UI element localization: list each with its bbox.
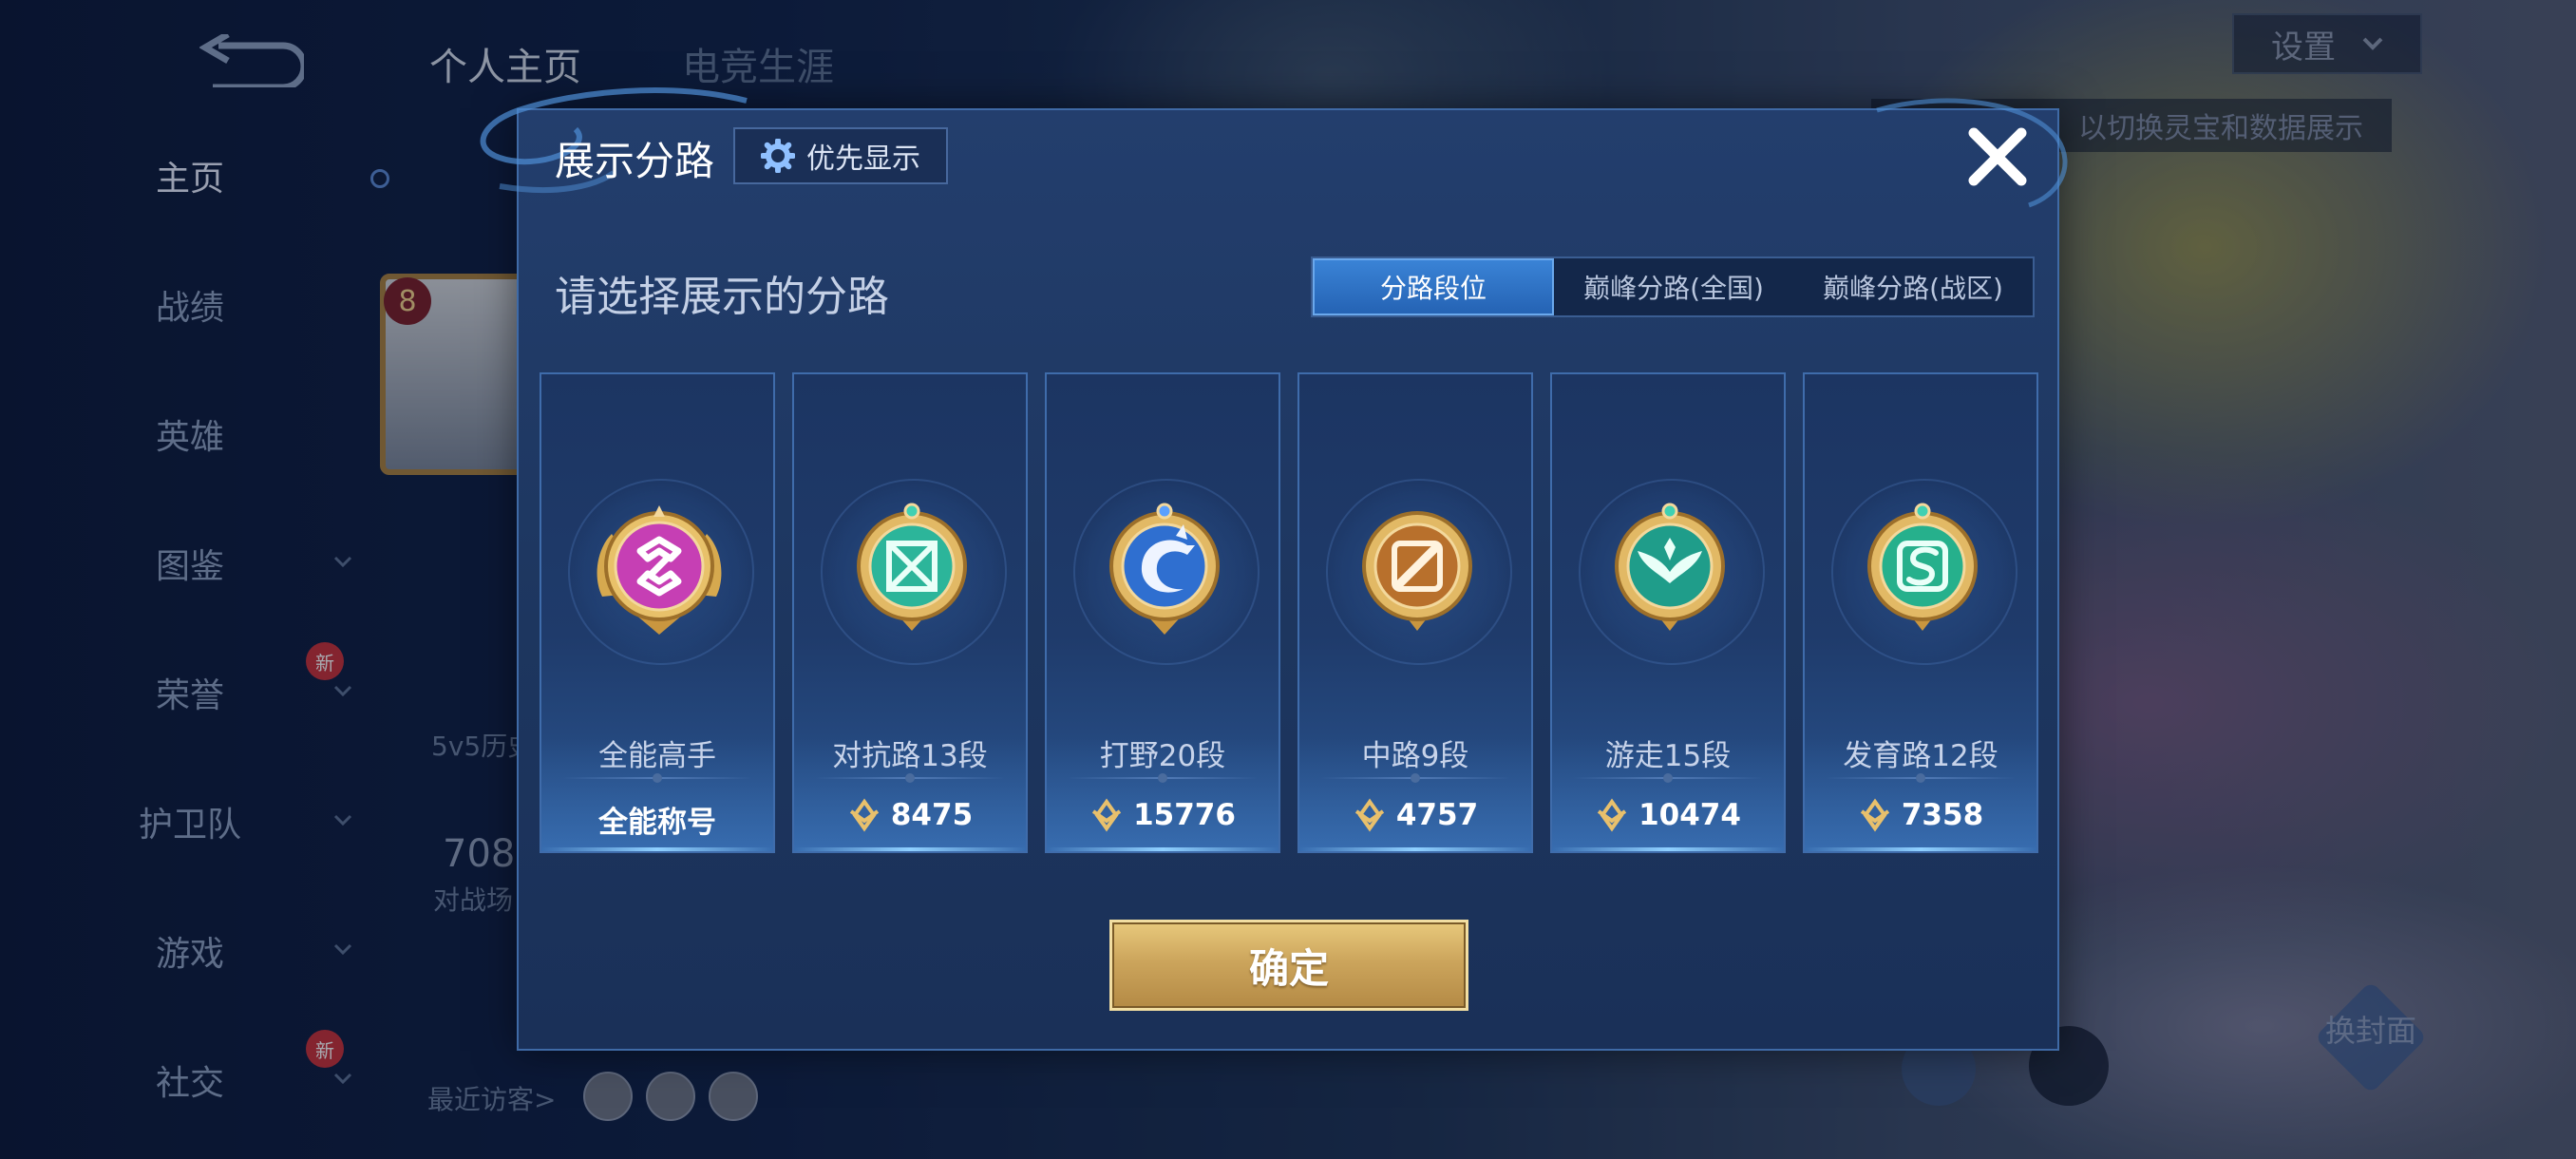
- tab-peak-lane-national[interactable]: 巅峰分路(全国): [1554, 258, 1793, 315]
- dialog-title: 展示分路: [555, 138, 715, 184]
- lane-points: 8475: [890, 798, 974, 832]
- lane-card-all-round[interactable]: 全能高手 全能称号: [540, 372, 775, 853]
- lane-points-icon: [1091, 798, 1122, 832]
- priority-display-button[interactable]: 优先显示: [733, 127, 948, 184]
- lane-card-jungle[interactable]: 打野20段 15776: [1045, 372, 1280, 853]
- lane-card-farm[interactable]: 发育路12段 7358: [1803, 372, 2038, 853]
- lane-points: 10474: [1638, 798, 1741, 832]
- card-value: 7358: [1805, 798, 2036, 832]
- card-value: 4757: [1299, 798, 1531, 832]
- farm-lane-emblem-icon: [1867, 503, 1978, 631]
- tab-lane-rank[interactable]: 分路段位: [1313, 258, 1554, 315]
- confirm-button[interactable]: 确定: [1109, 920, 1468, 1011]
- card-separator: [815, 773, 1005, 783]
- card-label: 全能高手: [598, 739, 716, 773]
- lane-points: 4757: [1395, 798, 1479, 832]
- card-label: 中路9段: [1361, 739, 1469, 773]
- card-separator: [1068, 773, 1258, 783]
- jungle-emblem-icon: [1109, 503, 1220, 635]
- card-value: 10474: [1552, 798, 1784, 832]
- card-bottom-glow: [1552, 847, 1784, 851]
- lane-card-clash[interactable]: 对抗路13段 8475: [792, 372, 1028, 853]
- lane-card-roam[interactable]: 游走15段 10474: [1550, 372, 1786, 853]
- lane-type-segmented-control: 分路段位 巅峰分路(全国) 巅峰分路(战区): [1311, 256, 2035, 317]
- tab-peak-lane-region[interactable]: 巅峰分路(战区): [1793, 258, 2033, 315]
- card-label: 对抗路13段: [832, 739, 988, 773]
- close-icon[interactable]: [1962, 122, 2033, 192]
- card-bottom-glow: [1299, 847, 1531, 851]
- card-bottom-glow: [1047, 847, 1279, 851]
- lane-points-icon: [1354, 798, 1385, 832]
- card-bottom-glow: [541, 847, 773, 851]
- lane-points-icon: [1597, 798, 1627, 832]
- lane-card-mid[interactable]: 中路9段 4757: [1297, 372, 1533, 853]
- card-separator: [1573, 773, 1763, 783]
- lane-points-icon: [1860, 798, 1890, 832]
- gear-icon: [761, 139, 795, 173]
- card-label: 游走15段: [1604, 739, 1732, 773]
- card-separator: [562, 773, 752, 783]
- card-label: 打野20段: [1099, 739, 1226, 773]
- card-label: 发育路12段: [1843, 739, 1998, 773]
- lane-points: 7358: [1901, 798, 1984, 832]
- priority-display-label: 优先显示: [806, 142, 920, 176]
- lane-display-dialog: 展示分路 优先显示 请选择展示的分路 分路段位 巅峰分路(全国) 巅峰分路(战区…: [480, 87, 2068, 1051]
- lane-cards: 全能高手 全能称号 对抗路13段 8475 打野20段 15776 中路9段 4…: [540, 372, 2040, 853]
- card-value: 全能称号: [541, 798, 773, 841]
- clash-lane-emblem-icon: [857, 503, 967, 631]
- card-value: 8475: [794, 798, 1026, 832]
- roam-emblem-icon: [1615, 503, 1725, 631]
- card-separator: [1826, 773, 2016, 783]
- select-lane-prompt: 请选择展示的分路: [555, 273, 889, 321]
- card-bottom-glow: [1805, 847, 2036, 851]
- card-bottom-glow: [794, 847, 1026, 851]
- all-round-title: 全能称号: [598, 806, 716, 840]
- card-value: 15776: [1047, 798, 1279, 832]
- lane-points: 15776: [1133, 798, 1236, 832]
- all-round-emblem-icon: [597, 505, 722, 635]
- lane-points-icon: [849, 798, 880, 832]
- card-separator: [1320, 773, 1510, 783]
- mid-lane-emblem-icon: [1362, 511, 1472, 631]
